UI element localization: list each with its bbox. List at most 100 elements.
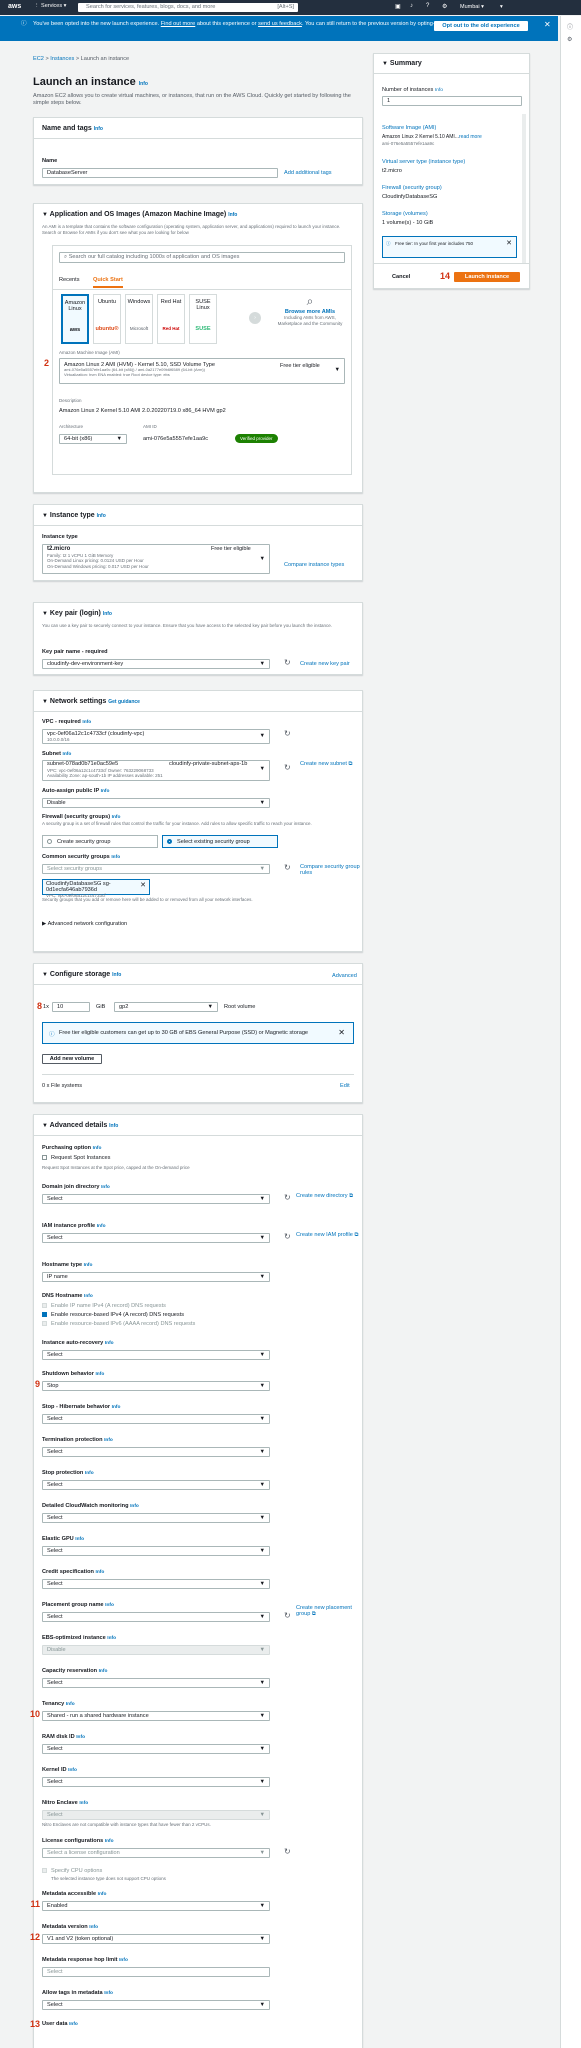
settings-icon[interactable]: ⚙ [442, 3, 447, 10]
hibernate-select[interactable]: Select ▼ [42, 1414, 270, 1424]
info-link[interactable]: Info [119, 1958, 128, 1963]
vpc-select[interactable]: vpc-0ef06a12c1c4733cf (cloudinfy-vpc) 10.… [42, 729, 270, 744]
info-link[interactable]: Info [103, 611, 112, 617]
info-link[interactable]: Info [97, 513, 106, 519]
create-placement-group-link[interactable]: Create new placement group ⧉ [296, 1605, 360, 1618]
info-link[interactable]: Info [105, 1839, 114, 1844]
refresh-icon[interactable]: ↻ [284, 1611, 291, 1620]
add-tags-link[interactable]: Add additional tags [284, 170, 332, 176]
tags-metadata-select[interactable]: Select ▼ [42, 2000, 270, 2010]
enclave-select[interactable]: Select ▼ [42, 1810, 270, 1820]
info-link[interactable]: Info [112, 815, 121, 820]
info-panel-icon[interactable]: ⓘ [567, 22, 573, 31]
spot-checkbox[interactable] [42, 1155, 47, 1160]
tenancy-select[interactable]: Shared - run a shared hardware instance ▼ [42, 1711, 270, 1721]
summary-instance-type-link[interactable]: Virtual server type (instance type) [382, 159, 465, 165]
refresh-icon[interactable]: ↻ [284, 863, 291, 872]
summary-ami-link[interactable]: Software Image (AMI) [382, 125, 436, 131]
compare-instance-types-link[interactable]: Compare instance types [284, 562, 344, 568]
info-link[interactable]: Info [75, 1537, 84, 1542]
placement-select[interactable]: Select ▼ [42, 1612, 270, 1622]
services-menu[interactable]: ⋮ Services ▾ [34, 3, 66, 9]
close-icon[interactable]: ✕ [544, 21, 551, 29]
domain-select[interactable]: Select ▼ [42, 1194, 270, 1204]
name-input[interactable]: DatabaseServer [42, 168, 278, 178]
info-link[interactable]: Info [79, 1801, 88, 1806]
close-icon[interactable]: ✕ [506, 239, 512, 247]
info-link[interactable]: Info [105, 1603, 114, 1608]
ebs-select[interactable]: Disable ▼ [42, 1645, 270, 1655]
keypair-select[interactable]: cloudinfy-dev-environment-key ▼ [42, 659, 270, 669]
refresh-icon[interactable]: ↻ [284, 1193, 291, 1202]
info-link[interactable]: Info [109, 1123, 118, 1129]
create-subnet-link[interactable]: Create new subnet ⧉ [300, 761, 356, 768]
dns-ipv6-checkbox[interactable] [42, 1321, 47, 1326]
storage-advanced-link[interactable]: Advanced [332, 973, 357, 979]
autoip-select[interactable]: Disable ▼ [42, 798, 270, 808]
info-link[interactable]: Info [435, 88, 443, 93]
info-link[interactable]: Info [68, 1768, 77, 1773]
refresh-icon[interactable]: ↻ [284, 1232, 291, 1241]
metadata-accessible-select[interactable]: Enabled ▼ [42, 1901, 270, 1911]
refresh-icon[interactable]: ↻ [284, 658, 291, 667]
dns-resource-ipv4-checkbox[interactable] [42, 1312, 47, 1317]
info-link[interactable]: Info [105, 1341, 114, 1346]
info-link[interactable]: Info [84, 1294, 93, 1299]
tab-recents[interactable]: Recents [59, 277, 80, 283]
refresh-icon[interactable]: ↻ [284, 1847, 291, 1856]
info-link[interactable]: Info [84, 1263, 93, 1268]
recovery-select[interactable]: Select ▼ [42, 1350, 270, 1360]
info-link[interactable]: Info [130, 1504, 139, 1509]
info-link[interactable]: Info [111, 855, 120, 860]
info-link[interactable]: Info [93, 1146, 102, 1151]
info-link[interactable]: Info [95, 1570, 104, 1575]
info-link[interactable]: Info [112, 1405, 121, 1410]
volume-type-select[interactable]: gp2 ▼ [114, 1002, 218, 1012]
dns-ipv4-checkbox[interactable] [42, 1303, 47, 1308]
close-icon[interactable]: ✕ [338, 1028, 345, 1037]
volume-size-input[interactable]: 10 [52, 1002, 90, 1012]
help-icon[interactable]: ? [426, 3, 429, 9]
launch-instance-button[interactable]: Launch instance [454, 272, 520, 282]
opt-out-button[interactable]: Opt out to the old experience [434, 21, 528, 31]
metadata-version-select[interactable]: V1 and V2 (token optional) ▼ [42, 1934, 270, 1944]
info-link[interactable]: Info [89, 1925, 98, 1930]
edit-file-systems-link[interactable]: Edit [340, 1083, 350, 1089]
hostname-select[interactable]: IP name ▼ [42, 1272, 270, 1282]
radio-create-sg[interactable] [47, 839, 52, 844]
info-link[interactable]: Info [107, 1636, 116, 1641]
advanced-network-config-toggle[interactable]: ▶ Advanced network configuration [42, 921, 127, 927]
stop-protection-select[interactable]: Select ▼ [42, 1480, 270, 1490]
get-guidance-link[interactable]: Get guidance [108, 699, 140, 705]
account-menu[interactable]: ▾ [500, 4, 503, 10]
tile-ubuntu[interactable]: Ubuntu ubuntu® [93, 294, 121, 344]
cloudshell-icon[interactable]: ▣ [395, 3, 401, 10]
shutdown-select[interactable]: Stop ▼ [42, 1381, 270, 1391]
chevron-right-icon[interactable]: › [249, 312, 261, 324]
tile-amazon-linux[interactable]: Amazon Linux aws [61, 294, 89, 344]
global-search-input[interactable]: Search for services, features, blogs, do… [78, 3, 298, 12]
breadcrumb-instances[interactable]: Instances [50, 56, 74, 62]
info-link[interactable]: Info [85, 1471, 94, 1476]
ramdisk-select[interactable]: Select ▼ [42, 1744, 270, 1754]
info-link[interactable]: Info [104, 1991, 113, 1996]
info-link[interactable]: Info [101, 789, 110, 794]
tile-red-hat[interactable]: Red Hat Red Hat [157, 294, 185, 344]
info-link[interactable]: Info [69, 2022, 78, 2027]
ami-selector[interactable]: Amazon Linux 2 AMI (HVM) - Kernel 5.10, … [59, 358, 345, 384]
refresh-icon[interactable]: ↻ [284, 729, 291, 738]
create-sg-option[interactable]: Create security group [42, 835, 158, 848]
iam-select[interactable]: Select ▼ [42, 1233, 270, 1243]
info-link[interactable]: Info [95, 1372, 104, 1377]
cpu-options-checkbox[interactable] [42, 1868, 47, 1873]
arch-select[interactable]: 64-bit (x86) ▼ [59, 434, 127, 444]
compare-sg-rules-link[interactable]: Compare security group rules [300, 864, 360, 876]
info-link[interactable]: Info [104, 1438, 113, 1443]
common-sg-select[interactable]: Select security groups ▼ [42, 864, 270, 874]
subnet-select[interactable]: subnet-078ad0b71e0ac59e5 VPC: vpc-0ef06a… [42, 760, 270, 781]
instance-count-input[interactable]: 1 [382, 96, 522, 106]
info-link[interactable]: Info [228, 212, 237, 218]
tile-suse[interactable]: SUSE Linux SUSE [189, 294, 217, 344]
info-link[interactable]: Info [63, 752, 72, 757]
radio-select-sg[interactable] [167, 839, 172, 844]
